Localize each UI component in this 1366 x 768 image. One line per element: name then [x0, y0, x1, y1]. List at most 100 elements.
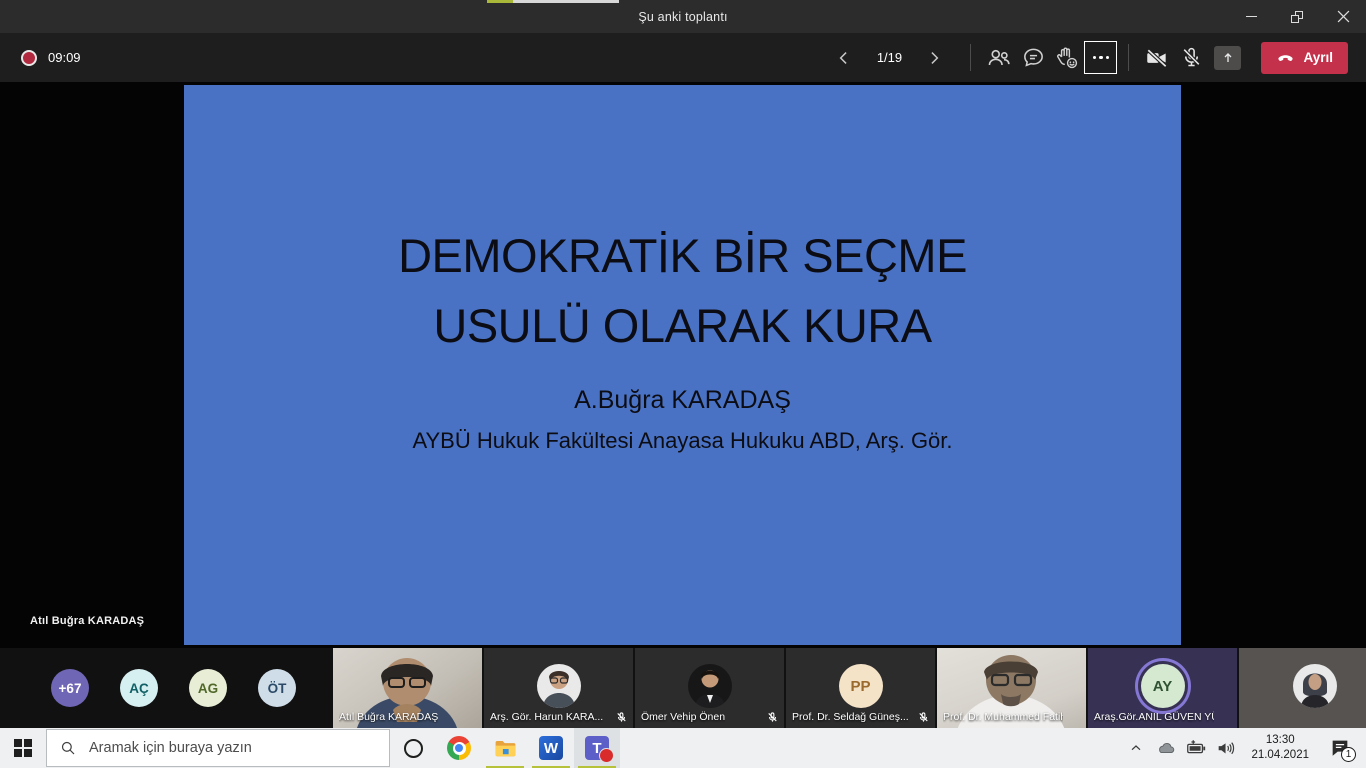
minimize-icon	[1246, 16, 1257, 17]
reactions-button[interactable]	[1050, 41, 1084, 75]
taskbar-search[interactable]	[46, 729, 390, 767]
participant-bubble-ac[interactable]: AÇ	[120, 669, 158, 707]
avatar-initials-speaking: AY	[1141, 664, 1185, 708]
avatar-initials-text: AY	[1153, 678, 1172, 695]
camera-off-icon	[1144, 45, 1170, 71]
restore-button[interactable]	[1274, 0, 1320, 33]
more-options-button[interactable]	[1084, 41, 1117, 74]
video-tile-muhammed[interactable]: Prof. Dr. Muhammed Fatih...	[937, 648, 1086, 728]
presenter-name-overlay: Atıl Buğra KARADAŞ	[30, 615, 144, 627]
participant-bubble-ag[interactable]: AG	[189, 669, 227, 707]
mic-off-icon	[1179, 45, 1204, 70]
video-tile-karadas[interactable]: Atıl Buğra KARADAŞ	[333, 648, 482, 728]
chrome-taskbar-button[interactable]	[436, 728, 482, 768]
share-arrow-icon	[1220, 50, 1236, 66]
participant-bubble-ot[interactable]: ÖT	[258, 669, 296, 707]
video-tile-anil[interactable]: AY Araş.Gör.ANIL GÜVEN YÜK...	[1088, 648, 1237, 728]
more-dots-icon	[1093, 56, 1097, 60]
toolbar-separator	[970, 44, 971, 71]
video-tile-seldag[interactable]: PP Prof. Dr. Seldağ Güneş...	[786, 648, 935, 728]
word-taskbar-button[interactable]: W	[528, 728, 574, 768]
mic-off-button[interactable]	[1174, 41, 1208, 75]
video-tile-omer[interactable]: Ömer Vehip Önen	[635, 648, 784, 728]
hangup-icon	[1276, 48, 1295, 67]
chrome-icon	[447, 736, 471, 760]
file-explorer-button[interactable]	[482, 728, 528, 768]
chat-button[interactable]	[1016, 41, 1050, 75]
meeting-toolbar: 09:09 1/19	[0, 33, 1366, 82]
start-button[interactable]	[0, 728, 46, 768]
search-input[interactable]	[87, 739, 389, 757]
tile-name: Prof. Dr. Seldağ Güneş...	[792, 711, 909, 723]
muted-mic-icon	[766, 711, 779, 724]
window-controls	[1228, 0, 1366, 33]
video-tile-partial[interactable]	[1239, 648, 1366, 728]
word-icon: W	[539, 736, 563, 760]
avatar-photo	[1293, 664, 1337, 708]
slide-title-line2: USULÜ OLARAK KURA	[184, 291, 1181, 361]
teams-taskbar-button[interactable]: T	[574, 728, 620, 768]
chevron-up-icon	[1128, 740, 1144, 756]
cortana-icon	[404, 739, 423, 758]
avatar	[537, 664, 581, 708]
tile-name: Arş. Gör. Harun KARA...	[490, 711, 603, 723]
search-icon	[59, 739, 77, 757]
avatar	[1293, 664, 1337, 708]
tray-expand-button[interactable]	[1122, 728, 1150, 768]
windows-logo-icon	[14, 739, 32, 757]
minimize-button[interactable]	[1228, 0, 1274, 33]
video-tile-harun[interactable]: Arş. Gör. Harun KARA...	[484, 648, 633, 728]
muted-mic-icon	[615, 711, 628, 724]
tile-name: Ömer Vehip Önen	[641, 711, 725, 723]
system-tray: 13:30 21.04.2021 1	[1122, 728, 1366, 768]
clock-time: 13:30	[1251, 733, 1309, 748]
teams-notification-dot	[599, 748, 614, 763]
overflow-participants-badge[interactable]: +67	[51, 669, 89, 707]
slide-affiliation: AYBÜ Hukuk Fakültesi Anayasa Hukuku ABD,…	[184, 428, 1181, 454]
camera-off-button[interactable]	[1140, 41, 1174, 75]
avatar-initials-text: PP	[850, 678, 870, 695]
recording-indicator: 09:09	[21, 50, 81, 66]
close-button[interactable]	[1320, 0, 1366, 33]
record-icon	[21, 50, 37, 66]
tile-name: Atıl Buğra KARADAŞ	[339, 711, 438, 723]
volume-tray-button[interactable]	[1212, 728, 1240, 768]
speaker-icon	[1215, 737, 1237, 759]
battery-charging-icon	[1185, 737, 1207, 759]
avatar	[688, 664, 732, 708]
battery-tray-button[interactable]	[1182, 728, 1210, 768]
raise-hand-icon	[1054, 45, 1080, 71]
tile-name: Prof. Dr. Muhammed Fatih...	[943, 711, 1063, 723]
slide-title-line1: DEMOKRATİK BİR SEÇME	[184, 221, 1181, 291]
share-tray-button[interactable]	[1214, 46, 1241, 70]
tile-name: Araş.Gör.ANIL GÜVEN YÜK...	[1094, 711, 1214, 723]
close-icon	[1337, 10, 1350, 23]
restore-icon	[1291, 11, 1303, 23]
cortana-button[interactable]	[390, 728, 436, 768]
clock-date: 21.04.2021	[1251, 748, 1309, 763]
participants-icon	[986, 45, 1012, 71]
folder-icon	[493, 736, 518, 761]
recording-time: 09:09	[48, 50, 81, 65]
chat-icon	[1021, 45, 1046, 70]
avatar-initials: PP	[839, 664, 883, 708]
taskbar-clock[interactable]: 13:30 21.04.2021	[1242, 733, 1318, 763]
participant-filmstrip: +67 AÇ AG ÖT Atıl Buğra KARADAŞ	[0, 648, 1366, 728]
windows-taskbar: W T	[0, 728, 1366, 768]
shared-slide[interactable]: DEMOKRATİK BİR SEÇME USULÜ OLARAK KURA A…	[184, 85, 1181, 645]
participants-button[interactable]	[982, 41, 1016, 75]
teams-meeting-window: { "window": { "title": "Şu anki toplantı…	[0, 0, 1366, 768]
slide-author: A.Buğra KARADAŞ	[184, 386, 1181, 415]
window-titlebar: Şu anki toplantı	[0, 0, 1366, 33]
leave-meeting-button[interactable]: Ayrıl	[1261, 42, 1348, 74]
onedrive-tray-button[interactable]	[1152, 728, 1180, 768]
next-slide-button[interactable]	[917, 41, 951, 75]
notification-count-badge: 1	[1341, 747, 1356, 762]
action-center-button[interactable]: 1	[1320, 728, 1360, 768]
toolbar-separator	[1128, 44, 1129, 71]
chevron-right-icon	[924, 48, 944, 68]
video-tiles: Atıl Buğra KARADAŞ Arş. Gör. Harun KARA.…	[333, 648, 1366, 728]
toolbar-controls: 1/19	[827, 41, 1348, 75]
muted-mic-icon	[917, 711, 930, 724]
previous-slide-button[interactable]	[827, 41, 861, 75]
